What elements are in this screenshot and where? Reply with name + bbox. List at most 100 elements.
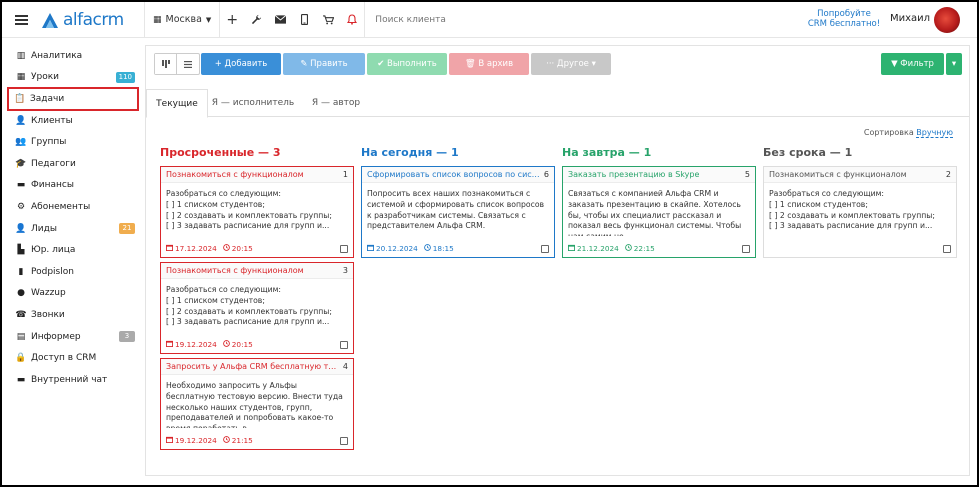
kanban-column: На завтра — 1 Заказать презентацию в Sky… bbox=[562, 146, 756, 258]
card-header: Познакомиться с функционалом 3 bbox=[161, 263, 353, 279]
avatar[interactable] bbox=[934, 7, 960, 33]
task-time: 22:15 bbox=[633, 244, 655, 253]
promo-link[interactable]: Попробуйте CRM бесплатно! bbox=[802, 9, 886, 29]
task-description: Попросить всех наших познакомиться с сис… bbox=[367, 189, 545, 231]
envelope-icon[interactable] bbox=[268, 2, 292, 38]
menu-icon[interactable] bbox=[2, 2, 40, 38]
sort-value-link[interactable]: Вручную bbox=[916, 128, 953, 138]
lock-icon: 🔒 bbox=[15, 353, 27, 364]
task-title-link[interactable]: Заказать презентацию в Skype bbox=[568, 170, 741, 179]
task-card[interactable]: Заказать презентацию в Skype 5 Связаться… bbox=[562, 166, 756, 258]
sidebar-item-label: Уроки bbox=[31, 72, 59, 83]
tab-current[interactable]: Текущие bbox=[146, 89, 208, 118]
sidebar-item[interactable]: 👤 Лиды 21 bbox=[2, 218, 142, 240]
toolbar: + Добавить ✎ Править ✔ Выполнить 🗑 В арх… bbox=[154, 53, 962, 75]
task-checkbox[interactable] bbox=[340, 245, 348, 253]
task-card[interactable]: Сформировать список вопросов по системе … bbox=[361, 166, 555, 258]
tab-assignee[interactable]: Я — исполнитель bbox=[208, 89, 298, 117]
calendar-icon bbox=[166, 436, 173, 445]
logo-icon bbox=[42, 12, 58, 28]
task-card[interactable]: Познакомиться с функционалом 1 Разобрать… bbox=[160, 166, 354, 258]
task-checkbox[interactable] bbox=[541, 245, 549, 253]
task-card[interactable]: Запросить у Альфа CRM бесплатную тестово… bbox=[160, 358, 354, 450]
complete-button[interactable]: ✔ Выполнить bbox=[367, 53, 447, 75]
task-checkbox[interactable] bbox=[943, 245, 951, 253]
sidebar-item-label: Аналитика bbox=[31, 50, 83, 61]
promo-line-1: Попробуйте bbox=[817, 9, 871, 19]
cart-icon[interactable] bbox=[316, 2, 340, 38]
logo[interactable]: alfacrm bbox=[40, 2, 144, 38]
mobile-icon[interactable] bbox=[292, 2, 316, 38]
task-description: Необходимо запросить у Альфы бесплатную … bbox=[166, 381, 343, 428]
building-icon: ▦ bbox=[153, 14, 162, 25]
sidebar-item[interactable]: ▤ Информер 3 bbox=[2, 326, 142, 348]
task-title-link[interactable]: Познакомиться с функционалом bbox=[166, 266, 339, 275]
sidebar-item-label: Доступ в CRM bbox=[31, 353, 97, 364]
sidebar-item[interactable]: ● Wazzup bbox=[2, 283, 142, 305]
sidebar-item[interactable]: ▮ Podpislon bbox=[2, 261, 142, 283]
search-input[interactable] bbox=[375, 7, 616, 32]
task-title-link[interactable]: Познакомиться с функционалом bbox=[166, 170, 339, 179]
sidebar-item-label: Задачи bbox=[30, 93, 65, 104]
clock-icon bbox=[624, 244, 632, 253]
sidebar-item[interactable]: ▬ Внутренний чат bbox=[2, 369, 142, 391]
tasks-panel: + Добавить ✎ Править ✔ Выполнить 🗑 В арх… bbox=[145, 45, 970, 476]
task-date: 19.12.2024 bbox=[175, 436, 217, 445]
list-view-icon[interactable] bbox=[177, 54, 199, 74]
tab-author[interactable]: Я — автор bbox=[298, 89, 374, 117]
archive-button[interactable]: 🗑 В архив bbox=[449, 53, 529, 75]
sidebar-item[interactable]: 👤 Клиенты bbox=[2, 110, 142, 132]
sidebar-item[interactable]: 📋 Задачи bbox=[7, 87, 139, 111]
clock-icon bbox=[423, 244, 431, 253]
task-checkbox[interactable] bbox=[340, 437, 348, 445]
bell-icon[interactable] bbox=[340, 2, 364, 38]
sidebar-item-label: Финансы bbox=[31, 180, 74, 191]
task-date: 21.12.2024 bbox=[577, 244, 619, 253]
task-number: 2 bbox=[945, 170, 951, 179]
sidebar-item[interactable]: 🎓 Педагоги bbox=[2, 153, 142, 175]
clipboard-icon: 📋 bbox=[14, 93, 26, 104]
task-description: Разобраться со следующим: [ ] 1 списком … bbox=[166, 189, 332, 231]
task-title-link[interactable]: Познакомиться с функционалом bbox=[769, 170, 942, 179]
task-card[interactable]: Познакомиться с функционалом 3 Разобрать… bbox=[160, 262, 354, 354]
chat-icon: ▬ bbox=[16, 374, 26, 385]
task-description: Разобраться со следующим: [ ] 1 списком … bbox=[769, 189, 935, 231]
sidebar-item-label: Педагоги bbox=[31, 158, 76, 169]
task-deadline: 21.12.2024 22:15 bbox=[568, 244, 655, 253]
task-checkbox[interactable] bbox=[340, 341, 348, 349]
sidebar-item-label: Юр. лица bbox=[31, 245, 76, 256]
kanban-view-icon[interactable] bbox=[155, 54, 178, 74]
sidebar-item[interactable]: ▦ Уроки 110 bbox=[2, 67, 142, 89]
column-title: Без срока — 1 bbox=[763, 146, 853, 159]
count-badge: 3 bbox=[119, 330, 135, 342]
plus-icon[interactable]: + bbox=[220, 2, 244, 38]
card-header: Познакомиться с функционалом 1 bbox=[161, 167, 353, 183]
task-checkbox[interactable] bbox=[742, 245, 750, 253]
sidebar-item[interactable]: ⚙ Абонементы bbox=[2, 196, 142, 218]
city-label: Москва bbox=[165, 14, 202, 25]
wrench-icon[interactable] bbox=[244, 2, 268, 38]
app-window: alfacrm ▦ Москва ▼ + Попробуйте CRM бесп… bbox=[0, 0, 979, 487]
edit-button[interactable]: ✎ Править bbox=[283, 53, 365, 75]
filter-button[interactable]: ▼ Фильтр bbox=[881, 53, 944, 75]
add-button[interactable]: + Добавить bbox=[201, 53, 281, 75]
user-name[interactable]: Михаил bbox=[890, 13, 930, 24]
other-dropdown-button[interactable]: ··· Другое ▾ bbox=[531, 53, 611, 75]
task-deadline: 19.12.2024 21:15 bbox=[166, 436, 253, 445]
sidebar-item[interactable]: ▥ Аналитика bbox=[2, 45, 142, 67]
task-description: Связаться с компанией Альфа CRM и заказа… bbox=[568, 189, 742, 236]
task-card[interactable]: Познакомиться с функционалом 2 Разобрать… bbox=[763, 166, 957, 258]
city-selector[interactable]: ▦ Москва ▼ bbox=[145, 2, 219, 38]
clock-icon bbox=[222, 340, 230, 349]
column-title: Просроченные — 3 bbox=[160, 146, 281, 159]
sidebar-item[interactable]: ▙ Юр. лица bbox=[2, 239, 142, 261]
task-title-link[interactable]: Запросить у Альфа CRM бесплатную тестово… bbox=[166, 362, 339, 371]
filter-dropdown-button[interactable]: ▾ bbox=[946, 53, 962, 75]
sidebar-item[interactable]: ▬ Финансы bbox=[2, 175, 142, 197]
sidebar-item[interactable]: 👥 Группы bbox=[2, 131, 142, 153]
count-badge: 21 bbox=[119, 222, 135, 234]
sidebar-item[interactable]: 🔒 Доступ в CRM bbox=[2, 347, 142, 369]
sidebar-item[interactable]: ☎ Звонки bbox=[2, 304, 142, 326]
calendar-icon bbox=[166, 244, 173, 253]
task-title-link[interactable]: Сформировать список вопросов по системе bbox=[367, 170, 540, 179]
